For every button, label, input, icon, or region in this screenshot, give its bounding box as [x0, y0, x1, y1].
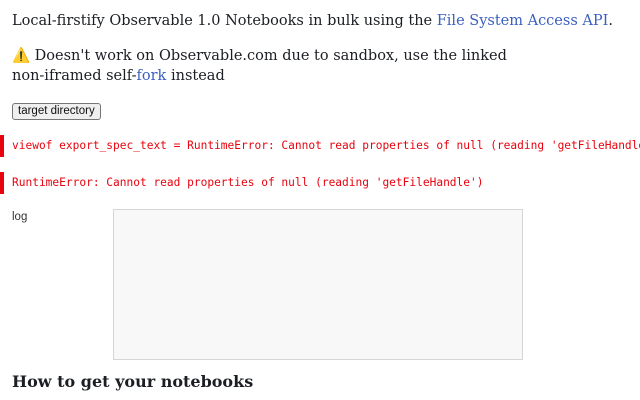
warning-text: Doesn't work on Observable.com due to sa… — [12, 48, 507, 84]
error-message: RuntimeError: Cannot read properties of … — [0, 172, 640, 194]
intro-suffix: . — [608, 13, 613, 29]
log-label: log — [12, 211, 28, 223]
error-message: viewof export_spec_text = RuntimeError: … — [0, 135, 640, 157]
intro-paragraph: Local-firstify Observable 1.0 Notebooks … — [12, 11, 613, 31]
file-system-access-api-link[interactable]: File System Access API — [437, 13, 609, 29]
fork-link[interactable]: fork — [137, 68, 167, 84]
section-heading: How to get your notebooks — [12, 372, 254, 391]
target-directory-button[interactable]: target directory — [12, 103, 101, 120]
intro-text: Local-firstify Observable 1.0 Notebooks … — [12, 13, 437, 29]
warning-paragraph: ⚠️ Doesn't work on Observable.com due to… — [12, 46, 532, 86]
warning-text-end: instead — [166, 68, 225, 84]
warning-icon: ⚠️ — [12, 48, 31, 64]
log-textarea[interactable] — [113, 209, 523, 360]
